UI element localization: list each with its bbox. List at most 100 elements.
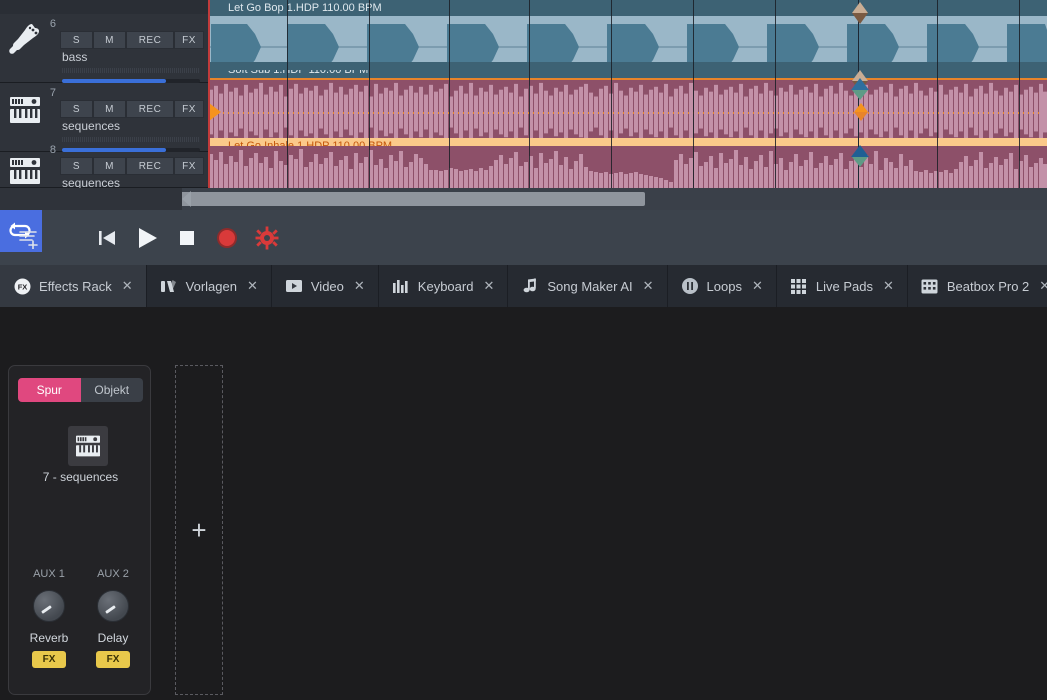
- stop-button[interactable]: [170, 210, 204, 265]
- keyboard-bars-icon: [392, 277, 410, 295]
- close-icon[interactable]: ✕: [1039, 278, 1047, 294]
- rewind-to-start-button[interactable]: [90, 210, 124, 265]
- record-button[interactable]: [208, 210, 246, 265]
- templates-icon: [160, 277, 178, 295]
- aux-1-knob[interactable]: [33, 590, 65, 622]
- solo-button[interactable]: S: [60, 31, 93, 49]
- close-icon[interactable]: ✕: [883, 278, 894, 294]
- marker-blue-upper-icon[interactable]: [851, 78, 869, 90]
- gear-icon: [255, 226, 279, 249]
- close-icon[interactable]: ✕: [643, 278, 654, 294]
- app-window: 6 S M REC FX bass 7 S M REC FX sequences…: [0, 0, 1047, 700]
- record-button[interactable]: REC: [126, 157, 174, 175]
- track-inspector-panel: Spur Objekt 7 - sequences AUX 1 Reverb F…: [8, 365, 151, 695]
- svg-text:FX: FX: [17, 282, 27, 291]
- tab-label: Loops: [706, 278, 742, 294]
- aux-2-knob[interactable]: [97, 590, 129, 622]
- segment-objekt[interactable]: Objekt: [80, 378, 143, 402]
- aux-2-fx-button[interactable]: FX: [96, 651, 130, 668]
- close-icon[interactable]: ✕: [247, 278, 258, 294]
- synth-keyboard-icon: [6, 152, 44, 190]
- segment-spur[interactable]: Spur: [18, 378, 81, 402]
- track-name[interactable]: bass: [62, 50, 87, 64]
- loops-circle-icon: [681, 277, 699, 295]
- aux-send-2: AUX 2 Delay FX: [85, 568, 141, 668]
- clip-marker-top-icon[interactable]: [852, 2, 868, 13]
- tab-song-maker-ai[interactable]: Song Maker AI ✕: [508, 265, 668, 307]
- volume-automation-handle-lower[interactable]: [854, 112, 868, 121]
- tab-video[interactable]: Video ✕: [272, 265, 379, 307]
- tab-beatbox-pro-2[interactable]: Beatbox Pro 2 ✕: [908, 265, 1047, 307]
- tab-label: Effects Rack: [39, 278, 112, 294]
- fx-button[interactable]: FX: [174, 157, 204, 175]
- track-button-row: S M REC FX: [60, 31, 204, 49]
- marker-blue-lower-icon[interactable]: [851, 145, 869, 157]
- synth-keyboard-icon: [68, 426, 108, 466]
- fx-button[interactable]: FX: [174, 31, 204, 49]
- aux-1-fx-button[interactable]: FX: [32, 651, 66, 668]
- close-icon[interactable]: ✕: [752, 278, 763, 294]
- clip-marker-top-lower-icon[interactable]: [852, 13, 868, 24]
- effects-rack-workspace: Spur Objekt 7 - sequences AUX 1 Reverb F…: [0, 307, 1047, 700]
- inspector-selection-label: 7 - sequences: [42, 470, 119, 484]
- scrollbar-left-cap: [0, 188, 182, 210]
- tab-effects-rack[interactable]: FX Effects Rack ✕: [0, 265, 147, 307]
- track-header-8[interactable]: 8 S M REC FX sequences: [0, 144, 209, 190]
- peak-meter: [62, 137, 200, 142]
- fx-circle-icon: FX: [13, 277, 31, 295]
- aux-caption: AUX 2: [97, 568, 129, 580]
- tab-loops[interactable]: Loops ✕: [668, 265, 777, 307]
- arranger: 6 S M REC FX bass 7 S M REC FX sequences…: [0, 0, 1047, 190]
- solo-button[interactable]: S: [60, 100, 93, 118]
- record-button[interactable]: REC: [126, 31, 174, 49]
- tab-label: Song Maker AI: [547, 278, 633, 294]
- timeline-clip-area[interactable]: Let Go Bop 1.HDP 110.00 BPM Soft Sub 1.H…: [209, 0, 1047, 188]
- rewind-to-start-icon: [99, 230, 115, 245]
- track-area-divider: [208, 0, 210, 188]
- track-button-row: S M REC FX: [60, 100, 204, 118]
- tab-label: Vorlagen: [185, 278, 237, 294]
- tab-label: Keyboard: [417, 278, 474, 294]
- mute-button[interactable]: M: [93, 31, 126, 49]
- aux-caption: AUX 1: [33, 568, 65, 580]
- tab-label: Video: [310, 278, 344, 294]
- music-note-icon: [521, 277, 539, 295]
- tab-live-pads[interactable]: Live Pads ✕: [777, 265, 908, 307]
- panel-tab-bar: FX Effects Rack ✕ Vorlagen ✕ Video ✕ Key…: [0, 265, 1047, 307]
- close-icon[interactable]: ✕: [122, 278, 133, 294]
- fx-button[interactable]: FX: [174, 100, 204, 118]
- track-header-7[interactable]: 7 S M REC FX sequences: [0, 83, 209, 166]
- track-number: 8: [49, 144, 56, 156]
- marker-green-lower-icon[interactable]: [852, 157, 868, 167]
- volume-automation-handle-upper[interactable]: [854, 103, 868, 112]
- grid-pads-icon: [790, 277, 808, 295]
- close-icon[interactable]: ✕: [483, 278, 494, 294]
- add-effect-slot[interactable]: +: [175, 365, 223, 695]
- marker-green-upper-icon[interactable]: [852, 90, 868, 100]
- stop-icon: [180, 230, 194, 245]
- mute-button[interactable]: M: [93, 100, 126, 118]
- aux-send-1: AUX 1 Reverb FX: [21, 568, 77, 668]
- tab-label: Beatbox Pro 2: [946, 278, 1030, 294]
- record-button[interactable]: REC: [126, 100, 174, 118]
- scroll-left-icon[interactable]: [182, 191, 191, 207]
- track-number: 6: [49, 18, 56, 30]
- transport-bar: 01.01.000 Bar.Beats.Ticks 4/4 Takt 110 B…: [0, 210, 1047, 473]
- tab-keyboard[interactable]: Keyboard ✕: [379, 265, 509, 307]
- bar-gridlines: [209, 0, 1047, 188]
- play-button[interactable]: [128, 210, 166, 265]
- settings-button[interactable]: [248, 210, 286, 265]
- aux-effect-name: Reverb: [29, 631, 69, 645]
- solo-button[interactable]: S: [60, 157, 93, 175]
- close-icon[interactable]: ✕: [354, 278, 365, 294]
- guitar-headstock-icon: [6, 22, 44, 60]
- peak-meter: [62, 68, 200, 73]
- record-icon: [217, 227, 237, 248]
- track-number: 7: [49, 87, 56, 99]
- tab-vorlagen[interactable]: Vorlagen ✕: [147, 265, 272, 307]
- track-name[interactable]: sequences: [62, 119, 120, 133]
- mute-button[interactable]: M: [93, 157, 126, 175]
- beatbox-grid-icon: [921, 277, 939, 295]
- track-header-6[interactable]: 6 S M REC FX bass: [0, 14, 209, 97]
- add-track-icon[interactable]: [12, 210, 44, 265]
